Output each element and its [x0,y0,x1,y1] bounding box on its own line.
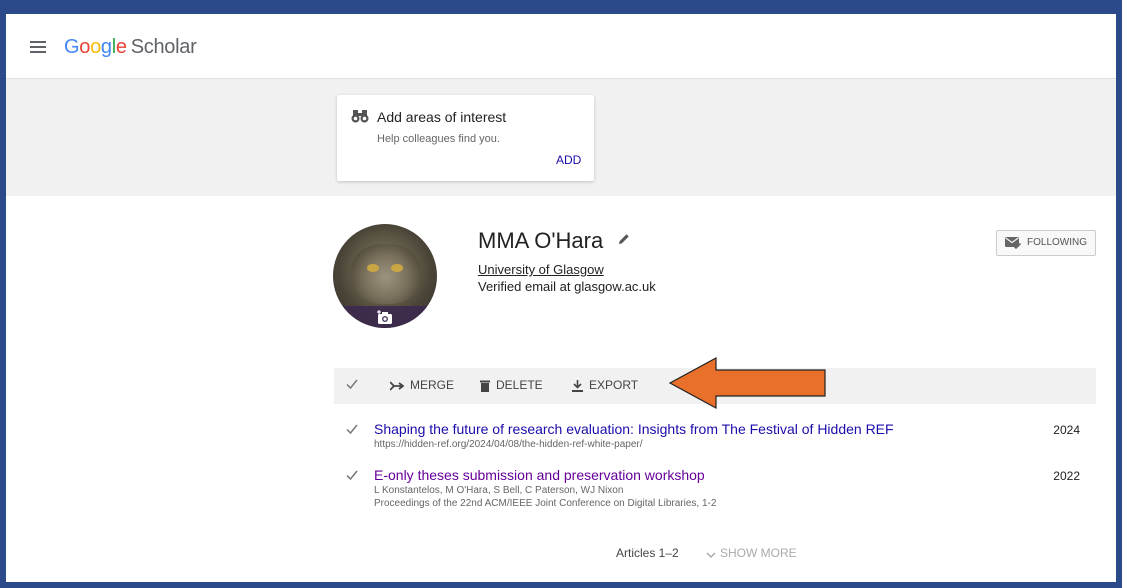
article-year: 2024 [1053,423,1080,437]
article-title-link[interactable]: E-only theses submission and preservatio… [374,467,705,483]
add-photo-camera-icon[interactable] [377,310,393,324]
scholar-window: Google Scholar Add areas of interest Help… [6,14,1116,582]
chevron-down-icon [706,552,716,559]
export-label: EXPORT [589,378,639,392]
edit-pencil-icon[interactable] [618,233,630,245]
download-icon [572,380,583,392]
google-scholar-logo[interactable]: Google Scholar [64,36,197,59]
top-header: Google Scholar [6,14,1116,79]
merge-button[interactable]: MERGE [389,378,455,392]
article-source: https://hidden-ref.org/2024/04/08/the-hi… [374,439,643,450]
merge-label: MERGE [410,378,455,392]
interest-subtitle: Help colleagues find you. [377,133,500,145]
article-year: 2022 [1053,469,1080,483]
profile-name: MMA O'Hara [478,228,604,253]
delete-label: DELETE [496,378,543,392]
avatar-eye-right [391,264,403,272]
following-label: FOLLOWING [1027,237,1088,248]
avatar-eye-left [367,264,379,272]
export-button[interactable]: EXPORT [572,378,638,392]
areas-of-interest-card: Add areas of interest Help colleagues fi… [337,95,594,181]
verified-email: Verified email at glasgow.ac.uk [478,279,656,294]
interest-title: Add areas of interest [377,109,507,125]
show-more-label: SHOW MORE [720,546,797,560]
delete-button[interactable]: DELETE [480,378,543,392]
avatar-cat-face [351,244,421,304]
following-button[interactable]: FOLLOWING [996,230,1096,256]
mail-check-icon [1005,237,1021,249]
interest-band: Add areas of interest Help colleagues fi… [6,79,1116,196]
select-all-checkbox-icon[interactable] [346,378,358,390]
profile-avatar[interactable] [333,224,437,328]
row-checkbox-icon[interactable] [346,423,358,435]
annotation-arrow [668,356,826,410]
article-title-link[interactable]: Shaping the future of research evaluatio… [374,421,894,437]
add-interest-button[interactable]: ADD [556,153,581,167]
scholar-wordmark: Scholar [130,36,197,58]
google-wordmark: Google [64,36,127,58]
affiliation-link[interactable]: University of Glasgow [478,262,604,277]
merge-icon [389,381,405,391]
articles-count: Articles 1–2 [616,546,679,560]
hamburger-menu-icon[interactable] [30,41,46,53]
row-checkbox-icon[interactable] [346,469,358,481]
binoculars-icon [351,110,369,123]
trash-icon [480,380,490,392]
show-more-button[interactable]: SHOW MORE [706,546,797,560]
article-source: Proceedings of the 22nd ACM/IEEE Joint C… [374,498,717,509]
article-authors: L Konstantelos, M O'Hara, S Bell, C Pate… [374,485,624,496]
